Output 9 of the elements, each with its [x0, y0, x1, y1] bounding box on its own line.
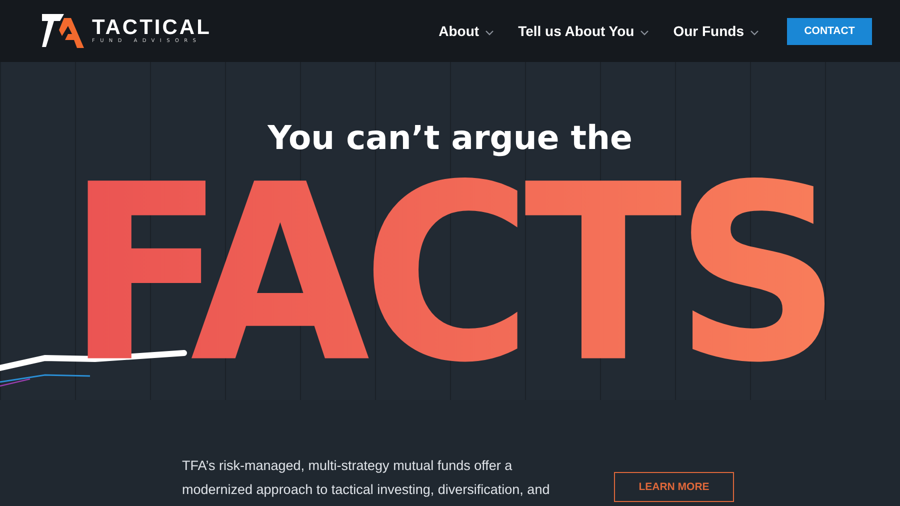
learn-more-button[interactable]: LEARN MORE — [614, 472, 734, 502]
contact-button[interactable]: CONTACT — [787, 18, 872, 44]
nav-link[interactable]: Our Funds — [673, 23, 759, 39]
nav-link[interactable]: About — [438, 23, 494, 39]
logo-name: TACTICAL — [92, 18, 212, 38]
nav-link[interactable]: Tell us About You — [518, 23, 650, 39]
intro-paragraph: TFA’s risk-managed, multi-strategy mutual funds offer a modernized approach to tactical investing, diversification, and — [182, 457, 551, 499]
hero-subtitle: You can’t argue the — [268, 118, 632, 158]
logo-icon — [40, 14, 86, 48]
